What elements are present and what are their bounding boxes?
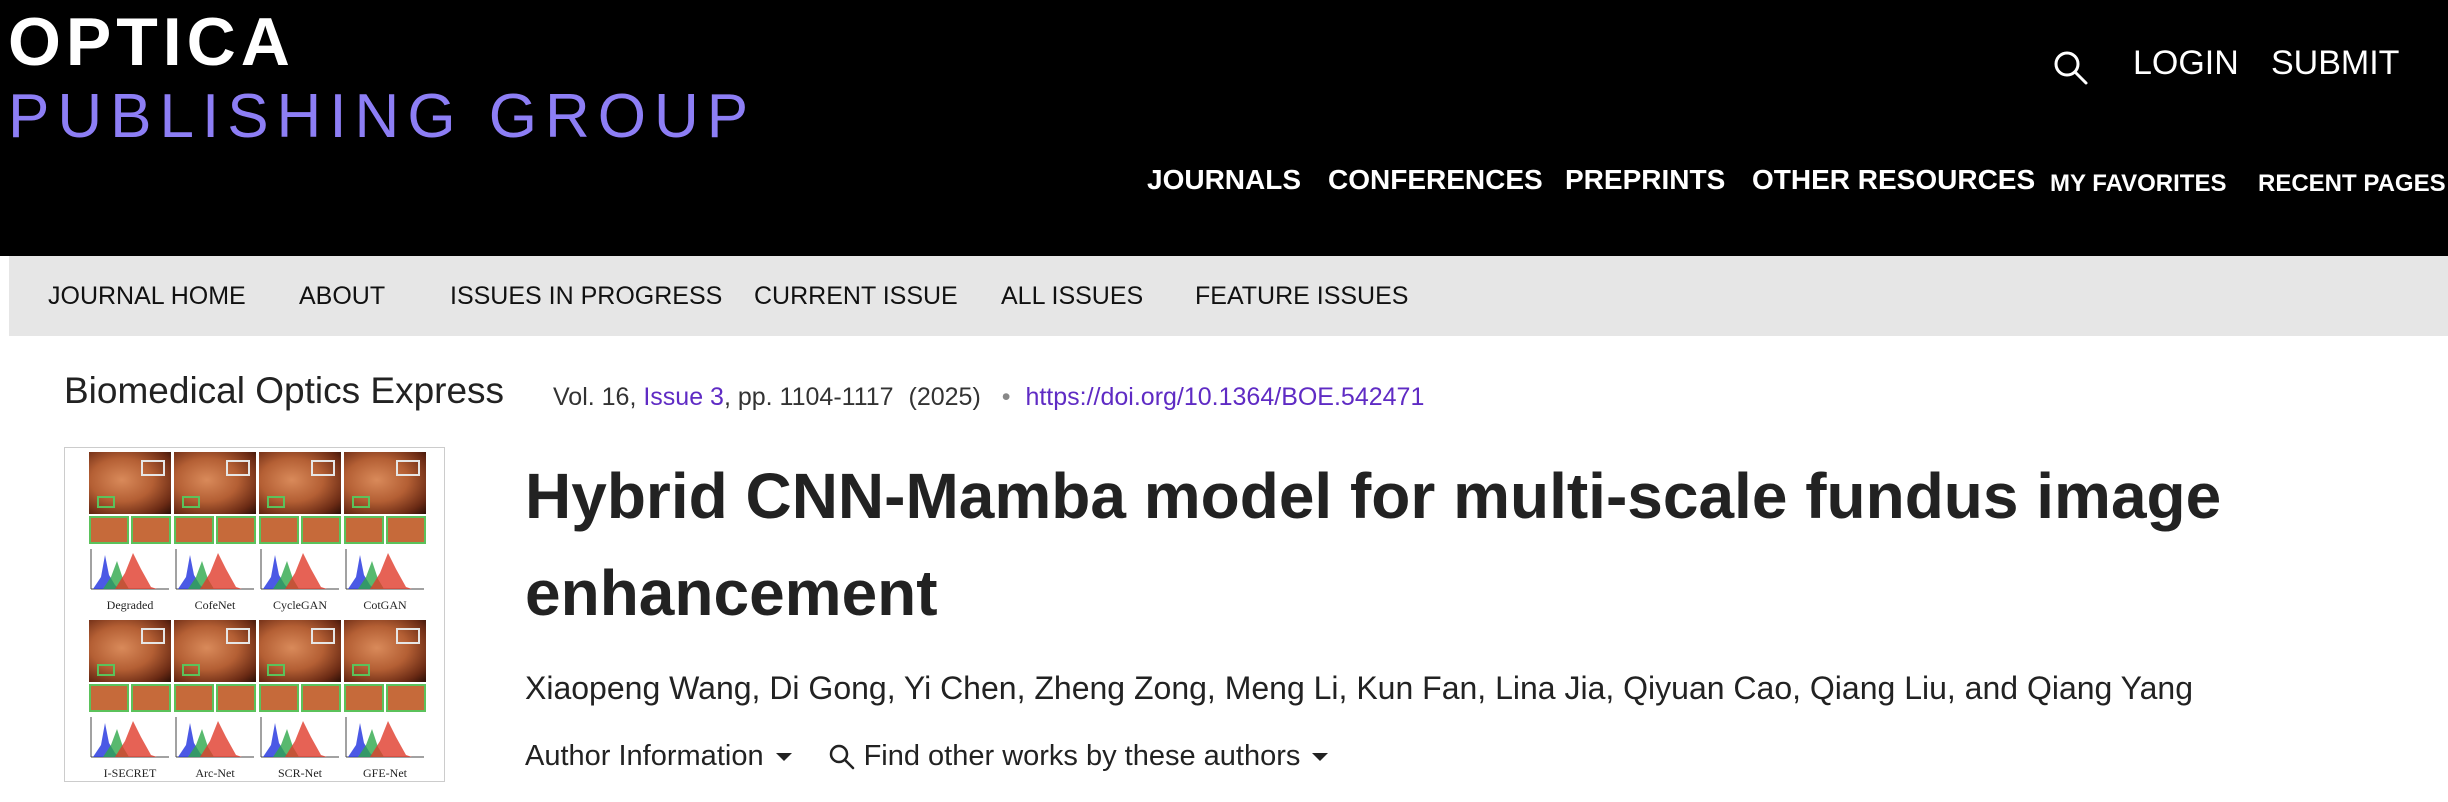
citation-issue-link[interactable]: Issue 3 (643, 383, 724, 411)
thumbnail-panel: SCR-Net (259, 620, 341, 781)
histogram (345, 549, 424, 590)
author-information-label: Author Information (525, 740, 764, 772)
histogram (345, 717, 424, 758)
nav-my-favorites[interactable]: MY FAVORITES (2050, 170, 2226, 198)
journal-name[interactable]: Biomedical Optics Express (64, 370, 504, 412)
article-thumbnail[interactable]: Degraded CofeNet CycleGAN CotGAN I-SECRET Arc… (64, 447, 445, 782)
histogram (90, 717, 169, 758)
submit-link[interactable]: SUBMIT (2271, 44, 2399, 83)
thumbnail-panel: CycleGAN (259, 452, 341, 613)
fundus-image (259, 452, 341, 514)
search-icon[interactable] (2052, 48, 2092, 88)
panel-caption: Arc-Net (195, 766, 235, 780)
thumbnail-panel: I-SECRET (89, 620, 171, 781)
nav-other-resources[interactable]: OTHER RESOURCES (1752, 164, 2035, 196)
nav-journals[interactable]: JOURNALS (1147, 164, 1301, 196)
panel-caption: CofeNet (194, 598, 236, 612)
crop-views (344, 516, 426, 544)
fundus-image (344, 620, 426, 682)
fundus-image (89, 620, 171, 682)
fundus-image (89, 452, 171, 514)
doi-link[interactable]: https://doi.org/10.1364/BOE.542471 (1025, 383, 1424, 411)
logo-publishing-group[interactable]: PUBLISHING GROUP (8, 84, 756, 150)
nav-recent-pages[interactable]: RECENT PAGES (2258, 170, 2446, 198)
panel-caption: Degraded (106, 598, 154, 612)
panel-caption: CycleGAN (273, 598, 327, 612)
crop-views (174, 516, 256, 544)
site-header: OPTICA PUBLISHING GROUP LOGIN SUBMIT JOU… (0, 0, 2448, 256)
crop-views (174, 684, 256, 712)
thumbnail-panel: CotGAN (344, 452, 426, 613)
login-link[interactable]: LOGIN (2133, 44, 2239, 83)
crop-views (89, 684, 171, 712)
find-other-works-label: Find other works by these authors (863, 740, 1301, 772)
thumbnail-panel: Degraded (89, 452, 171, 613)
panel-caption: CotGAN (363, 598, 407, 612)
chevron-down-icon (1312, 752, 1329, 761)
article-title: Hybrid CNN-Mamba model for multi-scale f… (525, 460, 2222, 629)
fundus-image (344, 452, 426, 514)
logo-optica[interactable]: OPTICA (8, 6, 295, 78)
citation-line: Vol. 16, Issue 3, pp. 1104-1117 (2025) •… (553, 383, 1424, 412)
separator-dot: • (1001, 383, 1011, 411)
thumbnail-panel: CofeNet (174, 452, 256, 613)
fundus-image (174, 452, 256, 514)
thumbnail-panel: Arc-Net (174, 620, 256, 781)
nav-conferences[interactable]: CONFERENCES (1328, 164, 1543, 196)
crop-views (344, 684, 426, 712)
tab-all-issues[interactable]: ALL ISSUES (1001, 282, 1143, 311)
citation-volume: Vol. 16, (553, 383, 637, 411)
tab-journal-home[interactable]: JOURNAL HOME (48, 282, 246, 311)
tab-current-issue[interactable]: CURRENT ISSUE (754, 282, 958, 311)
author-tools: Author Information Find other works by t… (525, 740, 1329, 773)
tab-issues-in-progress[interactable]: ISSUES IN PROGRESS (450, 282, 722, 311)
search-icon (829, 744, 854, 769)
tab-about[interactable]: ABOUT (299, 282, 385, 311)
crop-views (259, 516, 341, 544)
find-other-works-dropdown[interactable]: Find other works by these authors (828, 740, 1329, 773)
fundus-image (259, 620, 341, 682)
fundus-image (174, 620, 256, 682)
journal-nav: JOURNAL HOME ABOUT ISSUES IN PROGRESS CU… (9, 256, 2448, 336)
chevron-down-icon (775, 752, 792, 761)
citation-year: (2025) (908, 383, 981, 411)
histogram (175, 549, 254, 590)
panel-caption: SCR-Net (277, 766, 322, 780)
author-information-dropdown[interactable]: Author Information (525, 740, 792, 773)
crop-views (259, 684, 341, 712)
author-list: Xiaopeng Wang, Di Gong, Yi Chen, Zheng Z… (525, 670, 2194, 706)
crop-views (89, 516, 171, 544)
tab-feature-issues[interactable]: FEATURE ISSUES (1195, 282, 1408, 311)
histogram (260, 549, 339, 590)
histogram (90, 549, 169, 590)
citation-pages: , pp. 1104-1117 (723, 383, 894, 411)
panel-caption: GFE-Net (363, 766, 407, 780)
histogram (260, 717, 339, 758)
histogram (175, 717, 254, 758)
panel-caption: I-SECRET (103, 766, 157, 780)
nav-preprints[interactable]: PREPRINTS (1565, 164, 1725, 196)
thumbnail-panel: GFE-Net (344, 620, 426, 781)
